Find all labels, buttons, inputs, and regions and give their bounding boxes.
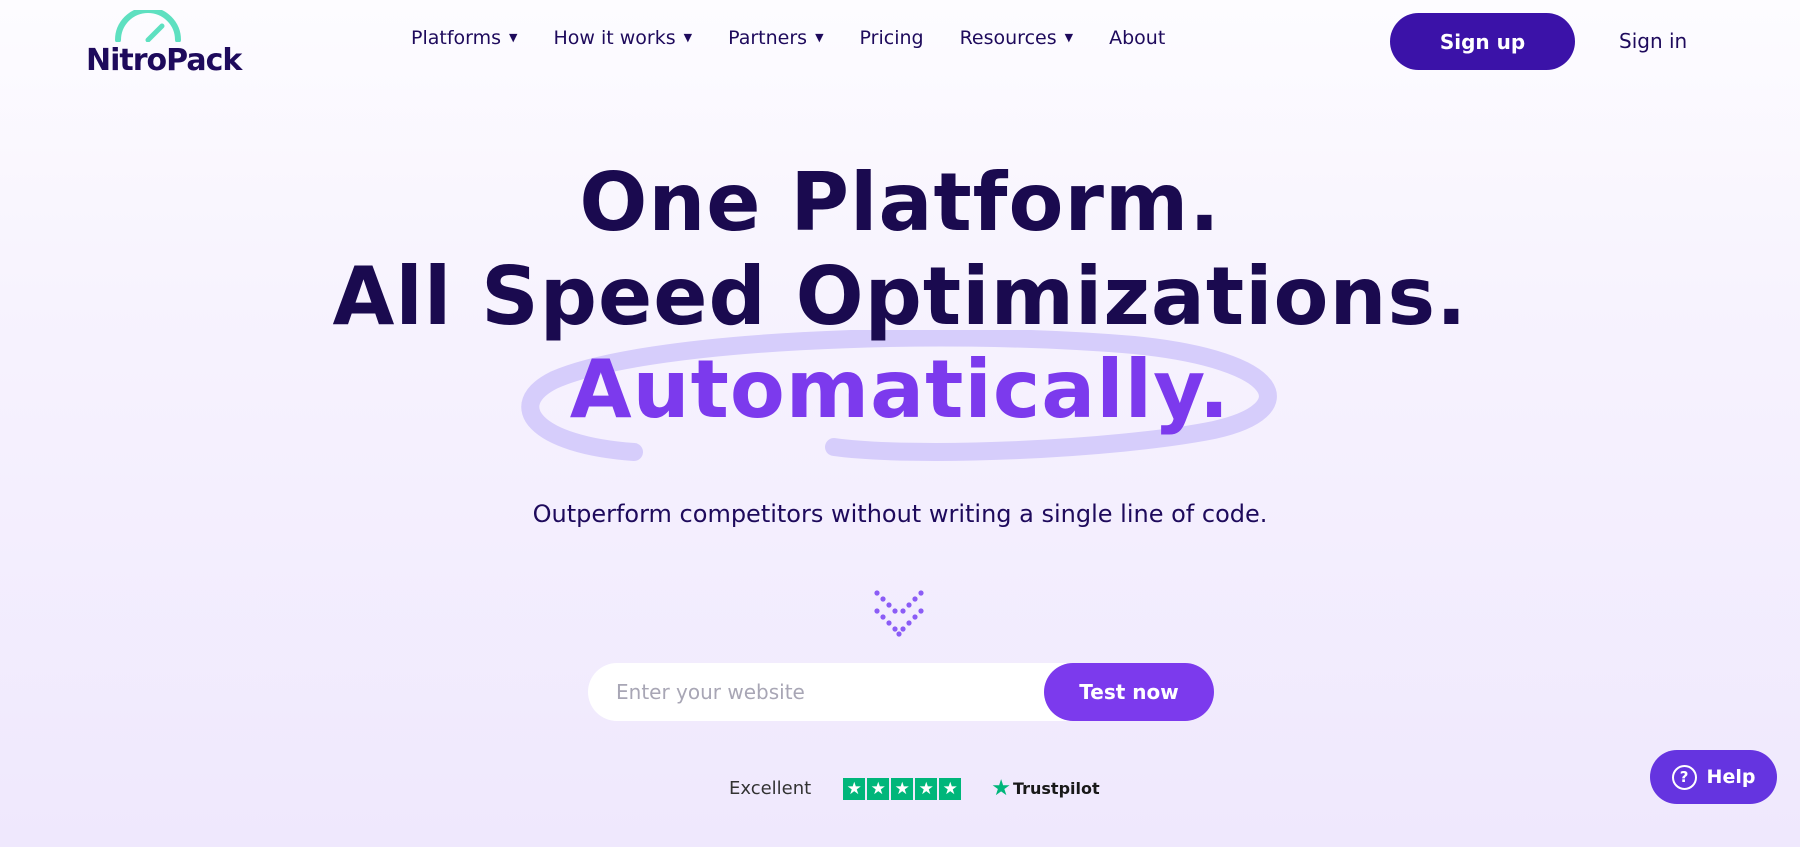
hero-title-line2: All Speed Optimizations. xyxy=(332,250,1468,343)
nav-item-how-it-works[interactable]: How it works ▼ xyxy=(554,27,693,49)
hero-subtitle: Outperform competitors without writing a… xyxy=(532,500,1268,528)
trustpilot-rating[interactable]: Excellent ★ ★ ★ ★ ★ ★ Trustpilot xyxy=(729,776,1100,801)
hero-title-line3: Automatically. xyxy=(569,343,1231,436)
chevron-down-icon: ▼ xyxy=(683,30,693,44)
main-nav: Platforms ▼ How it works ▼ Partners ▼ Pr… xyxy=(411,27,1201,49)
chevron-down-icon: ▼ xyxy=(1064,30,1074,44)
nitropack-logo[interactable]: NitroPack xyxy=(86,10,266,78)
logo-text: NitroPack xyxy=(86,43,242,78)
hero-title-line1: One Platform. xyxy=(579,156,1221,249)
nav-item-pricing[interactable]: Pricing xyxy=(860,27,924,49)
nav-label: Partners xyxy=(728,27,808,49)
test-now-button[interactable]: Test now xyxy=(1044,663,1214,721)
nav-item-about[interactable]: About xyxy=(1109,27,1165,49)
star-icon: ★ xyxy=(915,777,938,800)
nav-item-platforms[interactable]: Platforms ▼ xyxy=(411,27,518,49)
star-icon: ★ xyxy=(891,777,914,800)
trustpilot-logo: ★ Trustpilot xyxy=(991,776,1099,801)
question-icon: ? xyxy=(1671,764,1697,790)
help-button[interactable]: ? Help xyxy=(1650,750,1777,804)
trustpilot-brand: Trustpilot xyxy=(1012,779,1100,798)
nav-label: How it works xyxy=(553,27,676,49)
speedometer-icon xyxy=(115,10,181,42)
star-icon: ★ xyxy=(939,777,962,800)
chevron-down-icon: ▼ xyxy=(509,30,518,44)
website-input[interactable] xyxy=(616,663,1036,721)
nav-label: Pricing xyxy=(859,27,924,49)
chevron-down-icon: ▼ xyxy=(815,30,824,44)
rating-label: Excellent xyxy=(729,778,812,799)
nav-item-partners[interactable]: Partners ▼ xyxy=(728,27,823,49)
nav-label: Resources xyxy=(959,27,1057,49)
signup-button[interactable]: Sign up xyxy=(1390,13,1575,70)
nav-label: Platforms xyxy=(411,27,502,49)
star-icon: ★ xyxy=(867,777,890,800)
dotted-arrow-icon xyxy=(874,590,924,637)
trustpilot-star-icon: ★ xyxy=(991,776,1011,801)
signin-link[interactable]: Sign in xyxy=(1619,29,1687,53)
website-test-form: Test now xyxy=(588,663,1214,721)
nav-item-resources[interactable]: Resources ▼ xyxy=(960,27,1074,49)
help-label: Help xyxy=(1706,766,1756,788)
star-icon: ★ xyxy=(843,777,866,800)
rating-stars: ★ ★ ★ ★ ★ xyxy=(843,777,963,800)
nav-label: About xyxy=(1109,27,1166,49)
